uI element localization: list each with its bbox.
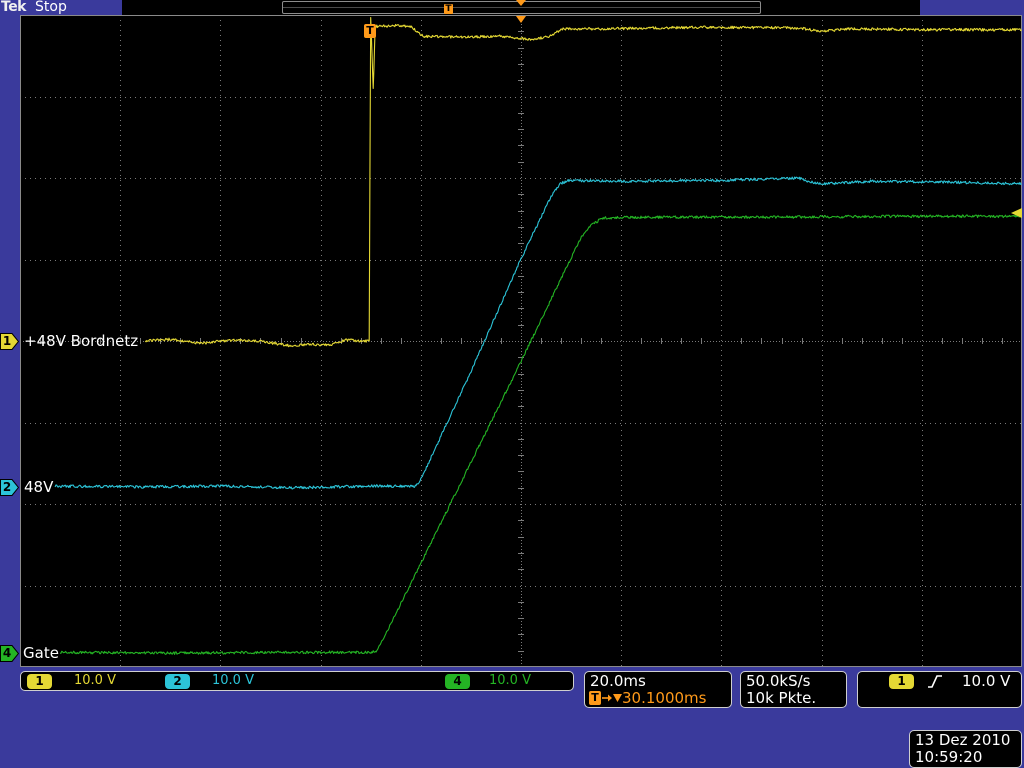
grid [20, 15, 1022, 667]
expansion-point-icon [516, 0, 526, 6]
channel-2-ground-marker[interactable]: 2 [0, 479, 19, 496]
trigger-source-badge: 1 [889, 674, 914, 689]
trigger-level-icon[interactable] [1011, 208, 1022, 218]
channel-1-scale[interactable]: 10.0 V [74, 672, 116, 689]
timestamp-readout: 13 Dez 2010 10:59:20 [909, 730, 1022, 768]
rising-edge-icon [928, 675, 942, 688]
record-trigger-marker: T [444, 4, 453, 14]
channel-1-label: +48V Bordnetz [24, 332, 139, 350]
channel-4-scale[interactable]: 10.0 V [489, 672, 531, 689]
channel-4-badge[interactable]: 4 [445, 674, 470, 689]
trigger-point-marker: T [364, 24, 376, 38]
channel-1-badge[interactable]: 1 [27, 674, 52, 689]
expansion-point-shape [516, 16, 526, 23]
vertical-scale-readout[interactable]: 1 10.0 V 2 10.0 V 4 10.0 V [20, 671, 574, 691]
acquisition-status[interactable]: Stop [35, 0, 67, 15]
trigger-level: 10.0 V [962, 672, 1011, 690]
channel-4-ground-marker[interactable]: 4 [0, 645, 19, 662]
channel-2-scale[interactable]: 10.0 V [212, 672, 254, 689]
channel-2-label: 48V [24, 478, 54, 496]
trace-ch2 [54, 176, 1022, 490]
edge-shape [928, 675, 942, 688]
channel-4-label: Gate [23, 644, 59, 662]
brand-logo: Tek [1, 0, 27, 15]
time: 10:59:20 [915, 748, 983, 766]
arrow-head [608, 694, 612, 702]
oscilloscope-screen: { "header": { "brand": "Tek", "status": … [0, 0, 1024, 768]
channel-2-badge[interactable]: 2 [165, 674, 190, 689]
expansion-point-shape [516, 0, 526, 6]
horizontal-scale: 20.0ms [590, 672, 646, 690]
sample-rate: 50.0kS/s [746, 672, 811, 690]
date: 13 Dez 2010 [915, 731, 1011, 749]
channel-number: 2 [2, 480, 12, 494]
delay-trigger-marker: T [589, 691, 601, 705]
acquisition-readout[interactable]: 50.0kS/s 10k Pkte. [740, 671, 847, 708]
trigger-level-shape [1011, 208, 1022, 218]
channel-number: 1 [2, 334, 12, 348]
record-length: 10k Pkte. [746, 689, 817, 707]
trigger-to-expansion-arrow-icon [602, 694, 622, 702]
horizontal-readout[interactable]: 20.0ms T 30.1000ms [584, 671, 732, 708]
channel-1-ground-marker[interactable]: 1 [0, 333, 19, 350]
trigger-readout[interactable]: 1 10.0 V [857, 671, 1022, 708]
record-view-line [283, 7, 760, 8]
record-view-bar: T [122, 0, 920, 15]
expansion-point-icon[interactable] [516, 16, 526, 23]
expansion-point-shape [613, 694, 622, 702]
channel-number: 4 [2, 646, 12, 660]
traces [54, 17, 1022, 655]
horizontal-delay: 30.1000ms [622, 689, 707, 707]
trace-ch4 [59, 214, 1022, 655]
graticule [20, 15, 1022, 667]
